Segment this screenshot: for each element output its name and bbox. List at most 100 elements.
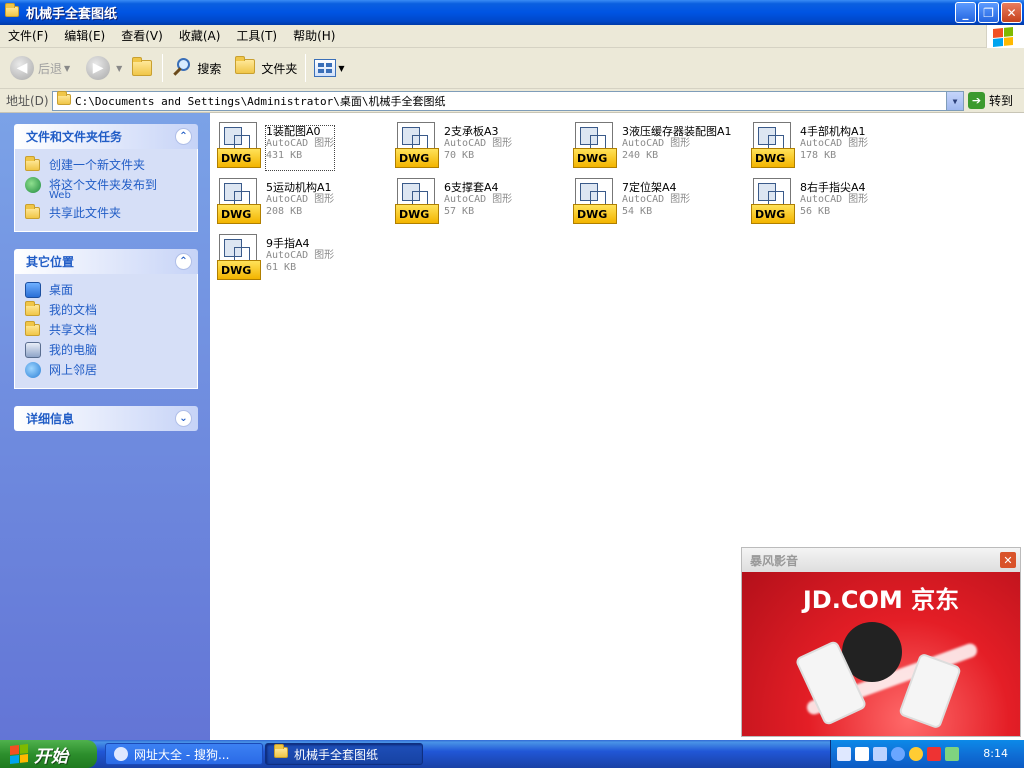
file-item[interactable]: DWG 4手部机构A1 AutoCAD 图形 178 KB [744,118,920,170]
new-folder-label: 创建一个新文件夹 [49,158,146,172]
keyboard-icon[interactable] [837,747,851,761]
system-tray: 8:14 [830,740,1024,768]
address-dropdown-icon[interactable]: ▼ [946,92,963,110]
ad-popup[interactable]: 暴风影音 ✕ JD.COM 京东 [741,547,1021,737]
minimize-button[interactable]: _ [955,2,976,23]
ad-phone-graphic [898,652,962,730]
address-path: C:\Documents and Settings\Administrator\… [75,95,446,108]
chevron-left-icon[interactable] [891,747,905,761]
ad-header: 暴风影音 ✕ [742,548,1020,572]
share-folder-task[interactable]: 共享此文件夹 [25,203,197,223]
file-item[interactable]: DWG 3液压缓存器装配图A1 AutoCAD 图形 240 KB [566,118,742,170]
taskbar-item-browser[interactable]: 网址大全 - 搜狗... [105,743,263,765]
file-type: AutoCAD 图形 [800,194,869,205]
search-button[interactable]: 搜索 [167,51,225,85]
file-name: 7定位架A4 [622,181,677,194]
network-tray-icon[interactable] [873,747,887,761]
share-folder-icon [25,204,41,221]
ad-banner[interactable]: JD.COM 京东 [742,572,1020,736]
ad-header-text: 暴风影音 [750,553,799,568]
share-folder-label: 共享此文件夹 [49,206,122,220]
views-button[interactable]: ▼ [310,51,348,85]
forward-button[interactable]: ▶ ▼ [82,51,126,85]
file-item[interactable]: DWG 1装配图A0 AutoCAD 图形 431 KB [210,118,386,171]
details-header[interactable]: 详细信息 ⌄ [14,406,198,431]
go-button[interactable]: ➔ 转到 [968,92,1013,109]
place-my-documents[interactable]: 我的文档 [25,300,197,320]
file-type: AutoCAD 图形 [622,194,691,205]
wireless-icon[interactable] [945,747,959,761]
address-input[interactable]: C:\Documents and Settings\Administrator\… [52,91,964,111]
place-network[interactable]: 网上邻居 [25,360,197,380]
my-computer-icon [25,342,41,358]
windows-logo-icon [10,744,28,764]
start-button[interactable]: 开始 [0,740,97,768]
up-arrow-icon [130,56,154,80]
file-item[interactable]: DWG 8右手指尖A4 AutoCAD 图形 56 KB [744,174,920,226]
dwg-file-icon: DWG [751,178,795,226]
details-title: 详细信息 [26,412,75,426]
collapse-icon[interactable]: ⌃ [175,253,192,270]
file-name: 9手指A4 [266,237,310,250]
views-icon [314,59,337,77]
address-folder-icon [57,91,71,108]
window-title: 机械手全套图纸 [26,7,118,22]
file-type: AutoCAD 图形 [444,194,513,205]
place-desktop[interactable]: 桌面 [25,280,197,300]
new-folder-task[interactable]: 创建一个新文件夹 [25,155,197,175]
menu-view[interactable]: 查看(V) [113,25,171,48]
shared-documents-icon [25,321,41,338]
my-documents-icon [25,301,41,318]
file-name: 6支撑套A4 [444,181,499,194]
close-button[interactable]: ✕ [1001,2,1022,23]
new-folder-icon [25,156,41,173]
other-places-header[interactable]: 其它位置 ⌃ [14,249,198,274]
title-bar[interactable]: 机械手全套图纸 _ ❐ ✕ [0,0,1024,25]
taskbar-item-label: 网址大全 - 搜狗... [134,747,230,762]
file-item[interactable]: DWG 7定位架A4 AutoCAD 图形 54 KB [566,174,742,226]
folders-label: 文件夹 [261,61,298,76]
menu-favorites[interactable]: 收藏(A) [171,25,229,48]
file-item[interactable]: DWG 9手指A4 AutoCAD 图形 61 KB [210,230,386,282]
file-type: AutoCAD 图形 [622,138,691,149]
toolbar-separator [162,54,164,82]
file-tasks-title: 文件和文件夹任务 [26,130,123,144]
folders-button[interactable]: 文件夹 [231,51,301,85]
file-tasks-header[interactable]: 文件和文件夹任务 ⌃ [14,124,198,149]
help-icon[interactable] [855,747,869,761]
place-network-label: 网上邻居 [49,363,98,377]
clock: 8:14 [983,747,1008,760]
file-name: 2支承板A3 [444,125,499,138]
antivirus-icon[interactable] [927,747,941,761]
views-dropdown-icon[interactable]: ▼ [338,64,344,73]
back-dropdown-icon[interactable]: ▼ [64,64,70,73]
file-name: 1装配图A0 [266,125,321,138]
file-item[interactable]: DWG 2支承板A3 AutoCAD 图形 70 KB [388,118,564,170]
menu-help[interactable]: 帮助(H) [285,25,343,48]
ad-close-button[interactable]: ✕ [1000,552,1016,568]
file-name: 3液压缓存器装配图A1 [622,125,732,138]
browser-icon [114,747,128,761]
file-item[interactable]: DWG 5运动机构A1 AutoCAD 图形 208 KB [210,174,386,226]
menu-edit[interactable]: 编辑(E) [56,25,113,48]
collapse-icon[interactable]: ⌃ [175,128,192,145]
up-folder-button[interactable] [126,51,158,85]
file-type: AutoCAD 图形 [266,250,335,261]
back-button[interactable]: ◀ 后退 ▼ [6,51,74,85]
expand-icon[interactable]: ⌄ [175,410,192,427]
place-shared-documents[interactable]: 共享文档 [25,320,197,340]
menu-bar: 文件(F) 编辑(E) 查看(V) 收藏(A) 工具(T) 帮助(H) [0,25,1024,48]
details-panel: 详细信息 ⌄ [14,406,198,431]
menu-file[interactable]: 文件(F) [0,25,56,48]
file-size: 431 KB [266,150,303,161]
file-item[interactable]: DWG 6支撑套A4 AutoCAD 图形 57 KB [388,174,564,226]
taskbar-item-explorer[interactable]: 机械手全套图纸 [265,743,423,765]
folder-icon [5,2,21,20]
place-my-documents-label: 我的文档 [49,303,98,317]
place-my-computer[interactable]: 我的电脑 [25,340,197,360]
menu-tools[interactable]: 工具(T) [228,25,285,48]
forward-dropdown-icon[interactable]: ▼ [116,64,122,73]
go-arrow-icon: ➔ [968,92,985,109]
restore-button[interactable]: ❐ [978,2,999,23]
qq-icon[interactable] [909,747,923,761]
